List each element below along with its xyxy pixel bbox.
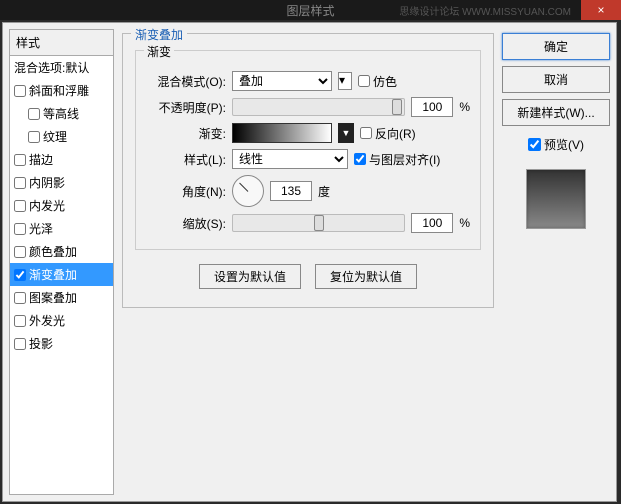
style-item-label: 外发光 — [29, 312, 65, 329]
style-item-2[interactable]: 纹理 — [10, 125, 113, 148]
gradient-preview[interactable] — [232, 123, 332, 143]
scale-input[interactable] — [411, 213, 453, 233]
style-item-11[interactable]: 投影 — [10, 332, 113, 355]
style-select[interactable]: 线性 — [232, 149, 348, 169]
opacity-input[interactable] — [411, 97, 453, 117]
align-checkbox[interactable]: 与图层对齐(I) — [354, 151, 440, 168]
action-panel: 确定 取消 新建样式(W)... 预览(V) — [502, 29, 610, 495]
style-item-9[interactable]: 图案叠加 — [10, 286, 113, 309]
style-item-label: 等高线 — [43, 105, 79, 122]
style-item-7[interactable]: 颜色叠加 — [10, 240, 113, 263]
reset-default-button[interactable]: 复位为默认值 — [315, 264, 417, 289]
style-item-checkbox[interactable] — [14, 177, 26, 189]
cancel-button[interactable]: 取消 — [502, 66, 610, 93]
style-item-checkbox[interactable] — [28, 108, 40, 120]
dialog-body: 样式 混合选项:默认 斜面和浮雕等高线纹理描边内阴影内发光光泽颜色叠加渐变叠加图… — [2, 22, 617, 502]
style-item-10[interactable]: 外发光 — [10, 309, 113, 332]
opacity-label: 不透明度(P): — [146, 99, 226, 116]
settings-panel: 渐变叠加 渐变 混合模式(O): 叠加 ▾ 仿色 不透明度(P): % 渐变: — [114, 29, 502, 495]
style-item-6[interactable]: 光泽 — [10, 217, 113, 240]
style-item-label: 图案叠加 — [29, 289, 77, 306]
style-item-checkbox[interactable] — [14, 292, 26, 304]
make-default-button[interactable]: 设置为默认值 — [199, 264, 301, 289]
style-item-label: 渐变叠加 — [29, 266, 77, 283]
style-item-3[interactable]: 描边 — [10, 148, 113, 171]
titlebar: 图层样式 思缘设计论坛 WWW.MISSYUAN.COM × — [0, 0, 621, 20]
style-item-checkbox[interactable] — [14, 200, 26, 212]
style-item-label: 颜色叠加 — [29, 243, 77, 260]
gradient-subgroup: 渐变 混合模式(O): 叠加 ▾ 仿色 不透明度(P): % 渐变: ▼ — [135, 50, 481, 250]
opacity-slider[interactable] — [232, 98, 405, 116]
style-item-label: 斜面和浮雕 — [29, 82, 89, 99]
style-item-checkbox[interactable] — [14, 246, 26, 258]
styles-header: 样式 — [9, 29, 114, 55]
subgroup-legend: 渐变 — [144, 43, 174, 60]
style-item-checkbox[interactable] — [14, 338, 26, 350]
style-item-checkbox[interactable] — [14, 315, 26, 327]
ok-button[interactable]: 确定 — [502, 33, 610, 60]
scale-label: 缩放(S): — [146, 215, 226, 232]
style-item-4[interactable]: 内阴影 — [10, 171, 113, 194]
style-item-checkbox[interactable] — [14, 223, 26, 235]
gradient-label: 渐变: — [146, 125, 226, 142]
style-label: 样式(L): — [146, 151, 226, 168]
watermark: 思缘设计论坛 WWW.MISSYUAN.COM — [399, 3, 571, 18]
blending-options-item[interactable]: 混合选项:默认 — [10, 56, 113, 79]
window-title: 图层样式 — [286, 2, 334, 19]
style-item-label: 内阴影 — [29, 174, 65, 191]
group-legend: 渐变叠加 — [131, 26, 187, 43]
style-item-checkbox[interactable] — [14, 154, 26, 166]
style-item-8[interactable]: 渐变叠加 — [10, 263, 113, 286]
reverse-checkbox[interactable]: 反向(R) — [360, 125, 416, 142]
style-item-label: 描边 — [29, 151, 53, 168]
angle-input[interactable] — [270, 181, 312, 201]
dither-checkbox[interactable]: 仿色 — [358, 73, 397, 90]
style-item-checkbox[interactable] — [14, 269, 26, 281]
style-item-label: 内发光 — [29, 197, 65, 214]
blend-mode-dropdown-icon[interactable]: ▾ — [338, 72, 352, 90]
blend-mode-select[interactable]: 叠加 — [232, 71, 332, 91]
style-item-1[interactable]: 等高线 — [10, 102, 113, 125]
angle-dial[interactable] — [232, 175, 264, 207]
gradient-overlay-group: 渐变叠加 渐变 混合模式(O): 叠加 ▾ 仿色 不透明度(P): % 渐变: — [122, 33, 494, 308]
style-item-label: 投影 — [29, 335, 53, 352]
new-style-button[interactable]: 新建样式(W)... — [502, 99, 610, 126]
style-item-5[interactable]: 内发光 — [10, 194, 113, 217]
style-item-label: 光泽 — [29, 220, 53, 237]
scale-slider[interactable] — [232, 214, 405, 232]
style-item-checkbox[interactable] — [14, 85, 26, 97]
gradient-dropdown-icon[interactable]: ▼ — [338, 123, 354, 143]
styles-list: 混合选项:默认 斜面和浮雕等高线纹理描边内阴影内发光光泽颜色叠加渐变叠加图案叠加… — [9, 55, 114, 495]
styles-panel: 样式 混合选项:默认 斜面和浮雕等高线纹理描边内阴影内发光光泽颜色叠加渐变叠加图… — [9, 29, 114, 495]
blend-mode-label: 混合模式(O): — [146, 73, 226, 90]
style-item-0[interactable]: 斜面和浮雕 — [10, 79, 113, 102]
preview-swatch — [526, 169, 586, 229]
preview-checkbox[interactable]: 预览(V) — [502, 136, 610, 153]
style-item-checkbox[interactable] — [28, 131, 40, 143]
close-icon: × — [597, 3, 604, 17]
close-button[interactable]: × — [581, 0, 621, 20]
angle-label: 角度(N): — [146, 183, 226, 200]
style-item-label: 纹理 — [43, 128, 67, 145]
